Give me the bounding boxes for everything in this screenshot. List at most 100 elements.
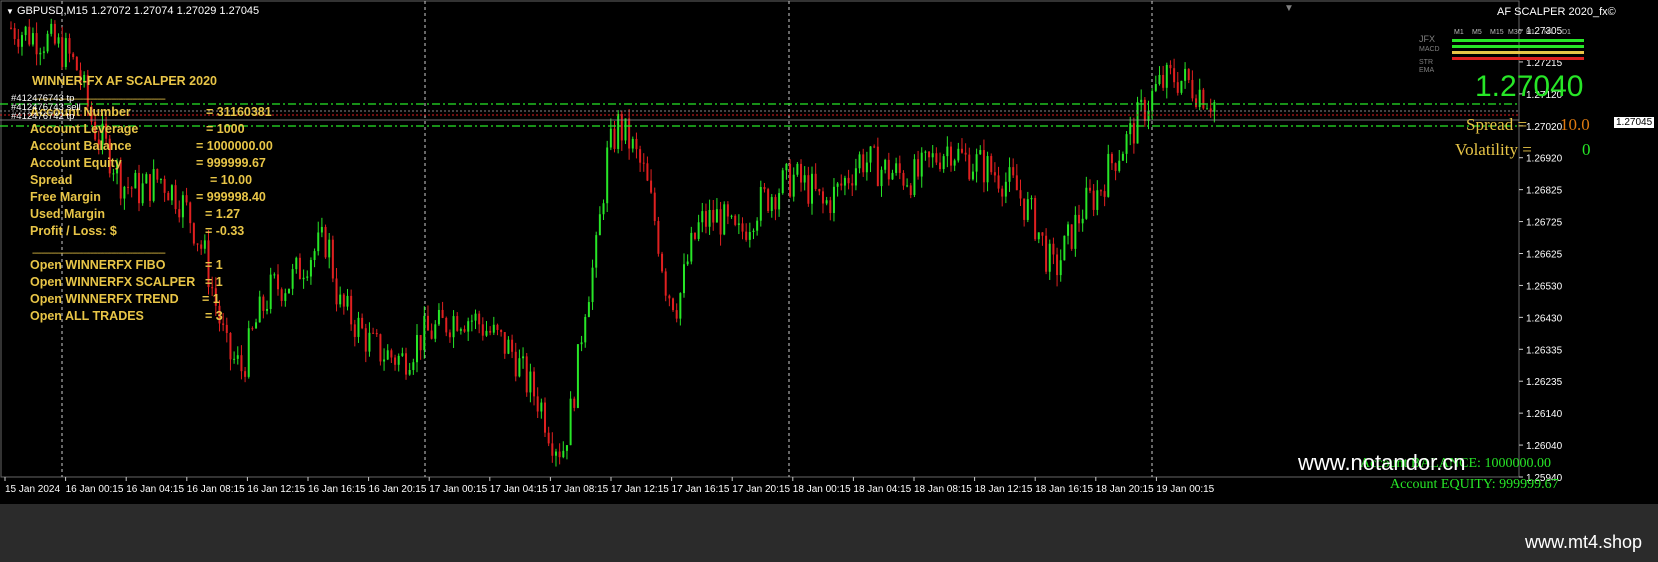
candle-body <box>511 339 514 352</box>
candle-body <box>767 189 770 211</box>
candle-body <box>1099 190 1102 192</box>
candle-body <box>701 211 704 223</box>
panel-row-value: = 1000 <box>206 122 245 136</box>
candle-body <box>335 278 338 305</box>
candle-body <box>525 356 528 393</box>
account-equity-value: 999999.67 <box>1499 477 1559 492</box>
candle-body <box>789 163 792 197</box>
panel-row-value: = -0.33 <box>205 224 245 238</box>
candle-body <box>295 257 298 270</box>
candle-body <box>437 309 440 325</box>
candle-body <box>459 329 462 331</box>
candle-body <box>949 146 952 166</box>
candle-body <box>470 320 473 322</box>
candle-body <box>741 223 744 232</box>
candle-body <box>891 172 894 180</box>
candle-body <box>686 261 689 265</box>
candle-body <box>148 174 151 201</box>
candle-body <box>1045 235 1048 272</box>
candle-body <box>269 274 272 309</box>
candle-body <box>225 324 228 333</box>
y-tick-label: 1.26530 <box>1526 281 1563 292</box>
candle-body <box>895 163 898 173</box>
candle-body <box>20 35 23 47</box>
candle-body <box>287 288 290 294</box>
panel-row-label: Spread <box>30 173 73 187</box>
account-equity-label: Account EQUITY: <box>1390 477 1496 492</box>
panel-row-value: = 1.27 <box>205 207 241 221</box>
candle-body <box>17 39 20 47</box>
candle-body <box>1078 214 1081 224</box>
candle-body <box>46 33 49 52</box>
candle-body <box>847 177 850 184</box>
candle-body <box>306 276 309 278</box>
candle-body <box>1118 160 1121 171</box>
x-tick-label: 16 Jan 12:15 <box>247 484 305 495</box>
candle-body <box>251 328 254 330</box>
candle-body <box>675 310 678 319</box>
candle-body <box>1019 190 1022 199</box>
candle-body <box>405 353 408 375</box>
candle-body <box>35 33 38 55</box>
candle-body <box>942 156 945 170</box>
indicator-title: AF SCALPER 2020_fx© <box>1497 6 1616 18</box>
candle-body <box>719 209 722 235</box>
y-tick-label: 1.26140 <box>1526 409 1563 420</box>
candle-body <box>1030 197 1033 200</box>
candle-body <box>558 451 561 458</box>
candle-body <box>591 267 594 303</box>
candle-body <box>1147 110 1150 122</box>
candle-body <box>598 214 601 236</box>
candle-body <box>928 151 931 158</box>
candle-body <box>1056 254 1059 276</box>
timeframe-label: M30 <box>1508 29 1522 36</box>
candle-body <box>441 309 444 318</box>
str-signal-bar <box>1452 51 1584 54</box>
candle-body <box>971 171 974 180</box>
symbol-header: ▼ GBPUSD,M15 1.27072 1.27074 1.27029 1.2… <box>6 5 259 17</box>
chart-watermark: www.notandor.cn <box>1298 450 1466 475</box>
candle-body <box>313 251 316 261</box>
panel-row-value: = 999998.40 <box>196 190 266 204</box>
candle-body <box>880 169 883 187</box>
candle-body <box>800 163 803 183</box>
candle-body <box>1136 102 1139 144</box>
candle-body <box>463 329 466 332</box>
ema-indicator-label: EMA <box>1419 67 1435 74</box>
x-tick-label: 17 Jan 00:15 <box>429 484 487 495</box>
candle-body <box>906 185 909 187</box>
candle-body <box>167 192 170 201</box>
chart-area[interactable]: 1.27305 1.27215 1.27120 1.27020 1.26920 1.268… <box>0 0 1658 562</box>
candle-body <box>222 323 225 325</box>
candle-body <box>1158 74 1161 85</box>
candle-body <box>811 173 814 204</box>
candle-body <box>554 451 557 456</box>
candle-body <box>448 332 451 338</box>
price-chart[interactable]: 1.273051.272151.271201.270201.269201.268… <box>0 0 1658 504</box>
candle-body <box>920 152 923 177</box>
candle-body <box>394 357 397 365</box>
candle-body <box>522 356 525 359</box>
volatility-value: 0 <box>1582 140 1591 159</box>
candle-body <box>456 316 459 331</box>
timeframe-label: H4 <box>1544 29 1553 36</box>
candle-body <box>481 324 484 336</box>
chart-frame <box>0 0 1520 478</box>
x-tick-label: 18 Jan 20:15 <box>1096 484 1154 495</box>
candle-body <box>507 339 510 354</box>
candle-body <box>986 156 989 183</box>
candle-body <box>1026 199 1029 220</box>
x-tick-label: 16 Jan 08:15 <box>187 484 245 495</box>
candle-body <box>917 159 920 177</box>
x-tick-label: 16 Jan 04:15 <box>126 484 184 495</box>
candle-body <box>565 445 568 451</box>
order-label: #412476742 tp <box>11 111 75 122</box>
timeframe-label: M1 <box>1454 29 1464 36</box>
candle-body <box>236 355 239 359</box>
y-tick-label: 1.26335 <box>1526 345 1563 356</box>
candle-body <box>1114 163 1117 171</box>
chart-menu-arrow-icon[interactable]: ▼ <box>6 7 14 16</box>
panel-row-value: = 1 <box>202 292 220 306</box>
x-tick-label: 19 Jan 00:15 <box>1156 484 1214 495</box>
candle-body <box>792 174 795 197</box>
